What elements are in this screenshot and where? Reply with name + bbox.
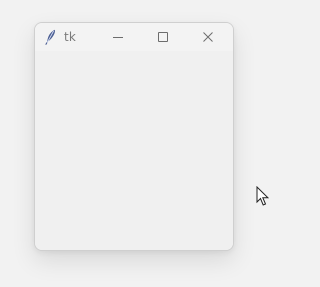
window-content-area[interactable] xyxy=(35,51,233,250)
mouse-pointer-icon xyxy=(256,185,270,207)
tk-window: tk xyxy=(34,22,234,251)
window-title: tk xyxy=(64,30,77,44)
maximize-button[interactable] xyxy=(142,23,184,51)
minimize-icon xyxy=(112,31,124,43)
close-icon xyxy=(202,31,214,43)
close-button[interactable] xyxy=(187,23,229,51)
window-controls xyxy=(97,23,233,51)
feather-icon xyxy=(45,29,57,45)
maximize-icon xyxy=(157,31,169,43)
desktop: tk xyxy=(0,0,275,287)
minimize-button[interactable] xyxy=(97,23,139,51)
window-titlebar[interactable]: tk xyxy=(35,23,233,51)
